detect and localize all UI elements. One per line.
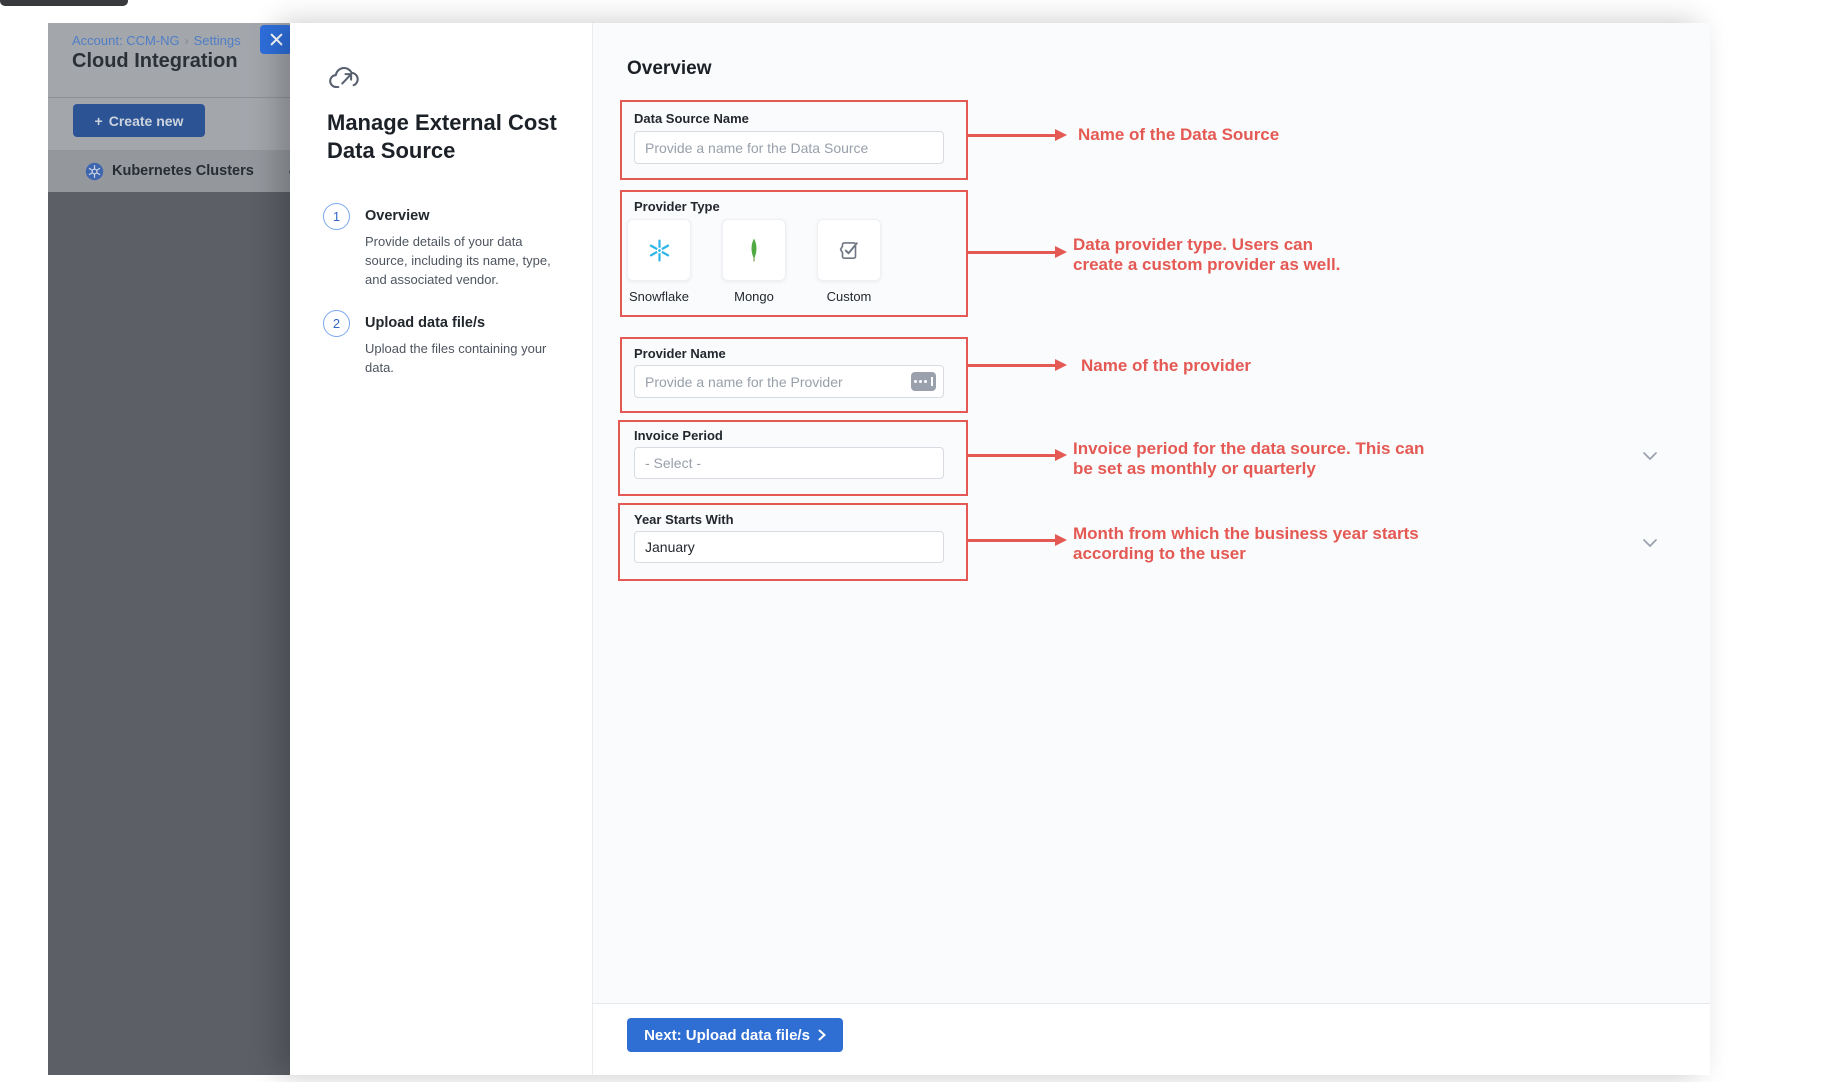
create-new-button-label: Create new xyxy=(109,113,184,129)
step-1-description: Provide details of your data source, inc… xyxy=(365,233,563,290)
drawer-close-button[interactable] xyxy=(260,25,292,54)
chevron-right-icon xyxy=(818,1029,826,1041)
annotation-arrow xyxy=(968,134,1056,137)
create-new-button[interactable]: + Create new xyxy=(73,104,205,137)
manage-data-source-drawer: Manage External Cost Data Source 1 Overv… xyxy=(290,23,1710,1075)
invoice-period-label: Invoice Period xyxy=(634,428,723,443)
step-1-label[interactable]: Overview xyxy=(365,208,430,224)
breadcrumb-account-link[interactable]: Account: CCM-NG xyxy=(72,33,180,48)
dimmed-background-page: Account: CCM-NG › Settings Cloud Integrati… xyxy=(48,23,290,1075)
year-starts-with-value: January xyxy=(645,539,695,555)
provider-name-field-label: Provider Name xyxy=(634,346,726,361)
next-upload-button-label: Next: Upload data file/s xyxy=(644,1027,810,1044)
close-icon xyxy=(270,33,283,46)
provider-card[interactable] xyxy=(627,219,691,281)
step-2-indicator: 2 xyxy=(323,310,350,337)
custom-provider-icon xyxy=(836,237,862,263)
plus-icon: + xyxy=(95,113,103,129)
invoice-period-value: - Select - xyxy=(645,455,701,471)
year-starts-with-select[interactable]: January xyxy=(634,531,944,563)
provider-name-label: Custom xyxy=(827,289,872,304)
chevron-down-icon[interactable] xyxy=(1642,451,1658,461)
form-heading: Overview xyxy=(627,58,712,80)
annotation-arrow xyxy=(968,539,1056,542)
provider-option-custom[interactable]: Custom xyxy=(817,219,881,304)
kubernetes-icon xyxy=(85,162,104,181)
tab-kubernetes-clusters[interactable]: Kubernetes Clusters xyxy=(85,162,254,181)
step-number: 1 xyxy=(333,209,340,224)
provider-name-label: Mongo xyxy=(734,289,774,304)
annotation-arrow xyxy=(968,364,1056,367)
annotation-text-data-source: Name of the Data Source xyxy=(1078,125,1279,145)
invoice-period-select[interactable]: - Select - xyxy=(634,447,944,479)
breadcrumb-settings-link[interactable]: Settings xyxy=(194,33,241,48)
step-number: 2 xyxy=(333,316,340,331)
dimmed-content-area xyxy=(48,192,290,1075)
tab-label: Kubernetes Clusters xyxy=(112,163,254,179)
snowflake-icon xyxy=(646,237,673,264)
provider-option-snowflake[interactable]: Snowflake xyxy=(627,219,691,304)
annotation-text-provider-name: Name of the provider xyxy=(1081,356,1251,376)
annotation-arrow xyxy=(968,454,1056,457)
annotation-text-provider-type: Data provider type. Users can create a c… xyxy=(1073,235,1340,276)
annotation-text-year-starts: Month from which the business year start… xyxy=(1073,524,1419,565)
provider-card[interactable] xyxy=(817,219,881,281)
step-1-indicator: 1 xyxy=(323,203,350,230)
provider-type-label: Provider Type xyxy=(634,199,720,214)
year-starts-with-label: Year Starts With xyxy=(634,512,734,527)
tab-bar: Kubernetes Clusters C xyxy=(48,150,290,192)
provider-name-input[interactable] xyxy=(634,365,944,398)
step-2-description: Upload the files containing your data. xyxy=(365,340,555,378)
ellipsis-cursor-badge-icon xyxy=(911,372,936,391)
data-source-name-input[interactable] xyxy=(634,131,944,164)
annotation-text-invoice-period: Invoice period for the data source. This… xyxy=(1073,439,1424,480)
cloud-export-icon xyxy=(327,61,363,95)
breadcrumb: Account: CCM-NG › Settings xyxy=(72,33,241,48)
breadcrumb-separator-icon: › xyxy=(185,34,189,48)
provider-name-input-wrap xyxy=(634,365,944,398)
provider-name-label: Snowflake xyxy=(629,289,689,304)
divider xyxy=(48,97,290,98)
next-upload-button[interactable]: Next: Upload data file/s xyxy=(627,1018,843,1052)
mongo-leaf-icon xyxy=(742,237,766,263)
step-2-label[interactable]: Upload data file/s xyxy=(365,315,485,331)
drawer-title: Manage External Cost Data Source xyxy=(327,109,572,165)
data-source-name-label: Data Source Name xyxy=(634,111,749,126)
provider-card[interactable] xyxy=(722,219,786,281)
annotation-arrow xyxy=(968,251,1056,254)
page-title: Cloud Integration xyxy=(72,50,238,73)
chevron-down-icon[interactable] xyxy=(1642,538,1658,548)
screenshot-root: Account: CCM-NG › Settings Cloud Integrati… xyxy=(0,0,1830,1082)
browser-artifact-bar xyxy=(0,0,128,6)
provider-option-mongo[interactable]: Mongo xyxy=(722,219,786,304)
